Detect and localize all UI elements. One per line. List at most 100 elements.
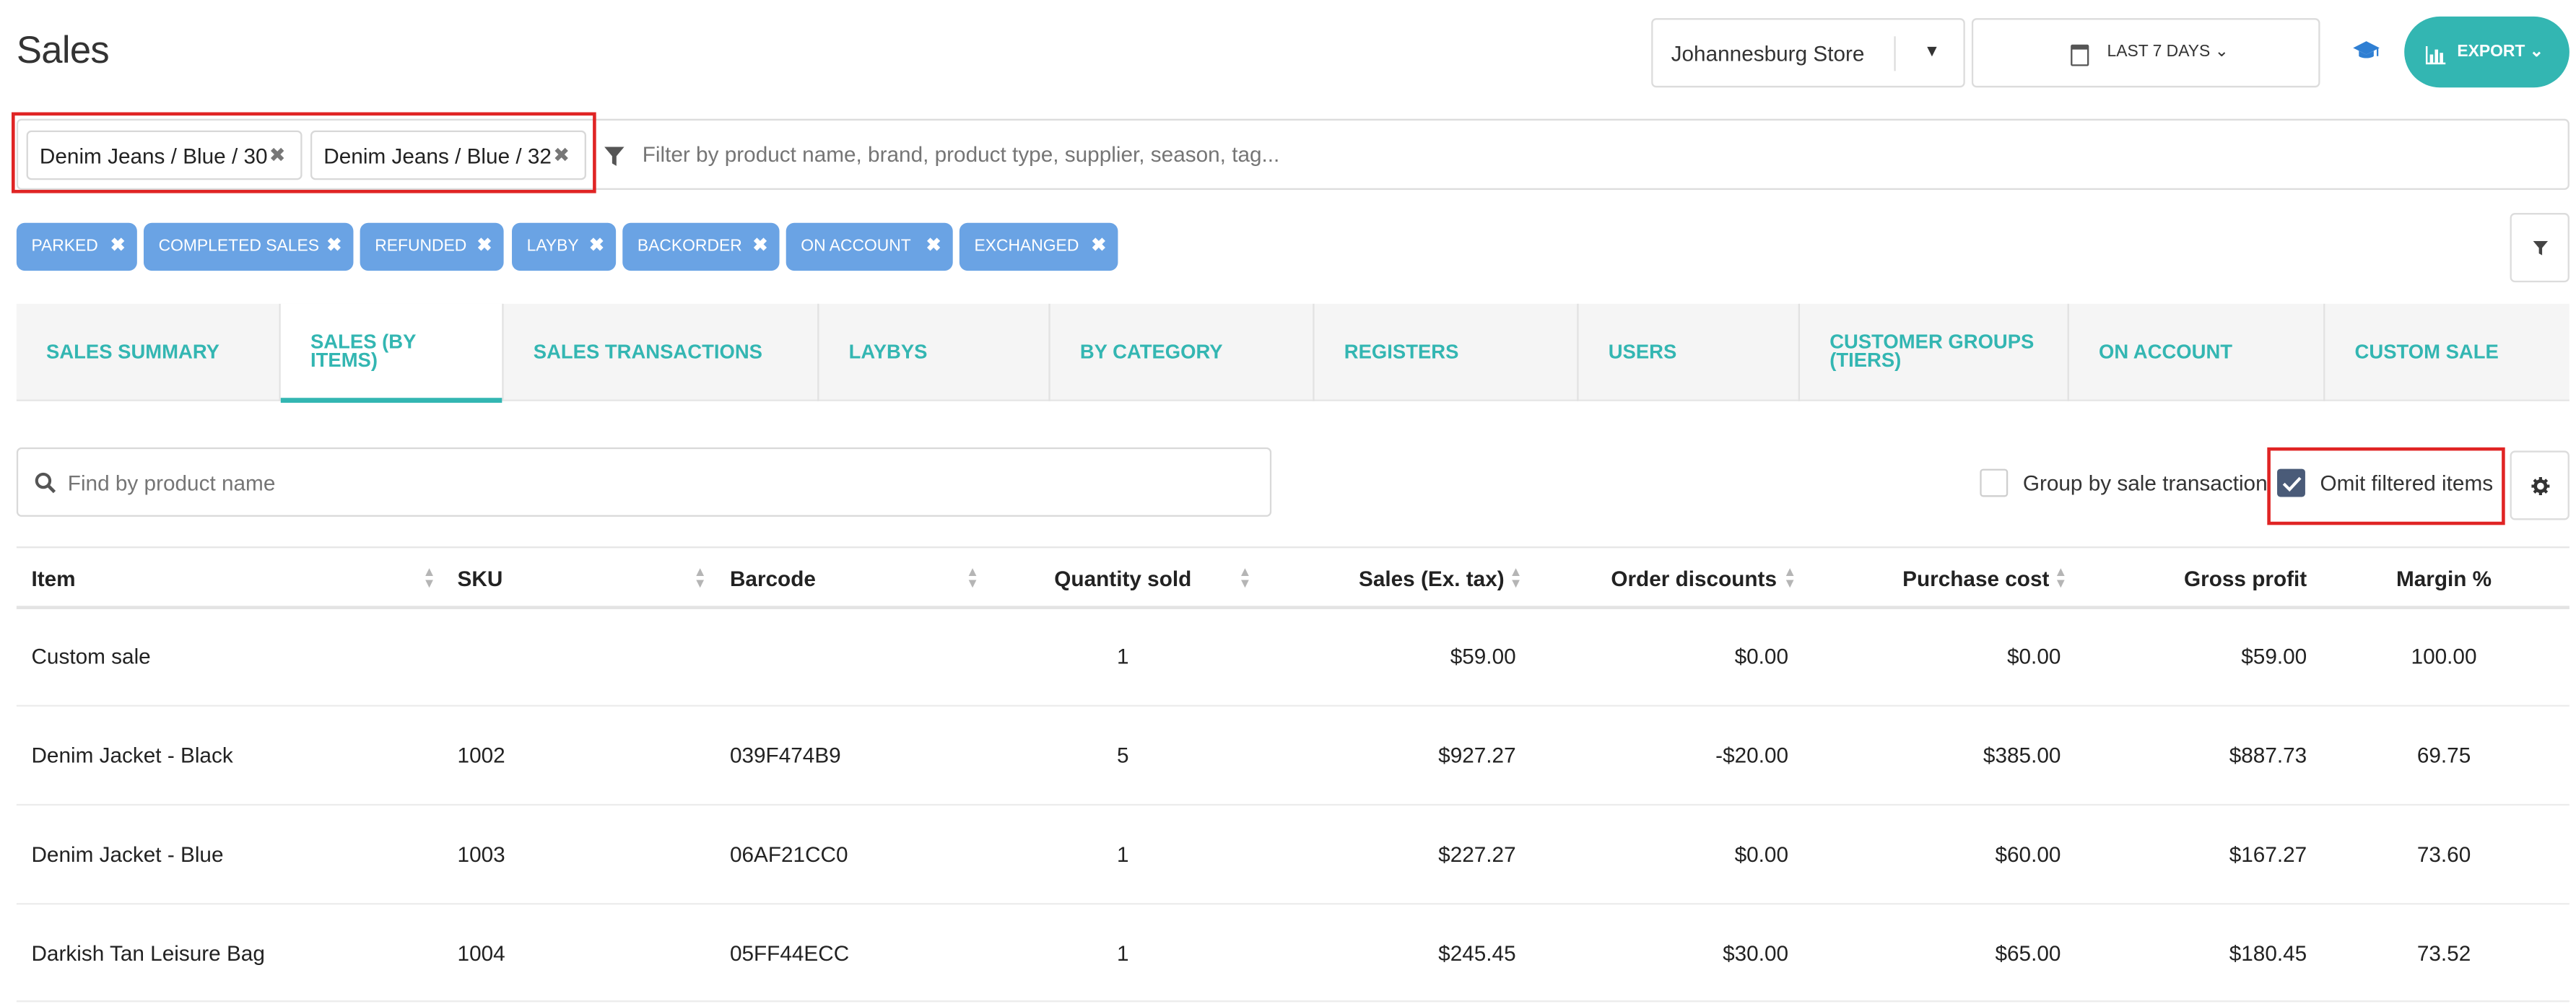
- tab-custom-sale[interactable]: CUSTOM SALE: [2325, 304, 2570, 401]
- cell-gross-profit: $180.45: [2229, 940, 2307, 966]
- column-header-sku[interactable]: SKU: [458, 567, 503, 591]
- store-select[interactable]: Johannesburg Store ▼: [1651, 18, 1965, 88]
- export-label: EXPORT: [2457, 43, 2525, 61]
- status-tag-refunded[interactable]: REFUNDED ✖: [360, 222, 504, 271]
- group-by-sale-checkbox[interactable]: [1980, 468, 2009, 497]
- sort-icon[interactable]: ▲ ▼: [1783, 565, 1796, 590]
- filter-toggle-button[interactable]: [2510, 213, 2570, 283]
- cell-item: Denim Jacket - Blue: [31, 842, 224, 867]
- column-header-gross-profit[interactable]: Gross profit: [2081, 567, 2307, 591]
- sort-icon[interactable]: ▲ ▼: [2054, 565, 2067, 590]
- cell-margin: 100.00: [2411, 644, 2477, 669]
- row-divider: [16, 803, 2570, 806]
- chevron-down-icon: ⌄: [2214, 43, 2229, 61]
- store-select-divider: [1894, 36, 1896, 71]
- tab-sales-transactions[interactable]: SALES TRANSACTIONS: [504, 303, 819, 401]
- cell-purchase-cost: $385.00: [1983, 743, 2061, 768]
- cell-margin: 69.75: [2416, 743, 2471, 768]
- cell-margin: 73.52: [2416, 940, 2471, 966]
- filter-input[interactable]: [642, 141, 2459, 167]
- tab-customer-groups[interactable]: CUSTOMER GROUPS (TIERS): [1800, 303, 2069, 401]
- gear-icon: [2531, 477, 2550, 496]
- date-range-label: LAST 7 DAYS: [2107, 43, 2211, 61]
- table-settings-button[interactable]: [2510, 450, 2570, 520]
- tab-laybys[interactable]: LAYBYS: [819, 303, 1050, 401]
- cell-sales: $245.45: [1438, 940, 1516, 966]
- cell-sku: 1004: [457, 940, 505, 966]
- table-top-border: [16, 546, 2570, 549]
- cell-barcode: 05FF44ECC: [729, 940, 850, 966]
- cell-sales: $927.27: [1438, 743, 1516, 768]
- tab-sales-summary[interactable]: SALES SUMMARY: [17, 303, 281, 401]
- remove-tag-icon[interactable]: ✖: [110, 235, 126, 256]
- cell-item: Darkish Tan Leisure Bag: [31, 940, 265, 966]
- cell-purchase-cost: $0.00: [2006, 644, 2061, 669]
- store-select-value: Johannesburg Store: [1671, 41, 1865, 66]
- cell-gross-profit: $887.73: [2229, 743, 2307, 768]
- filter-icon: [604, 145, 625, 175]
- remove-tag-icon[interactable]: ✖: [926, 235, 941, 256]
- cell-gross-profit: $167.27: [2229, 842, 2307, 867]
- funnel-icon: [2533, 240, 2549, 256]
- status-tag-parked[interactable]: PARKED ✖: [16, 222, 137, 271]
- row-divider: [16, 903, 2570, 905]
- calendar-icon: [2071, 44, 2089, 66]
- status-tag-completed-sales[interactable]: COMPLETED SALES ✖: [143, 222, 354, 271]
- status-tag-on-account[interactable]: ON ACCOUNT ✖: [786, 222, 953, 271]
- cell-order-discounts: $30.00: [1723, 940, 1789, 966]
- column-header-order-discounts[interactable]: Order discounts: [1536, 567, 1777, 591]
- status-tag-layby[interactable]: LAYBY ✖: [512, 222, 617, 271]
- remove-tag-icon[interactable]: ✖: [477, 235, 492, 256]
- sort-icon[interactable]: ▲ ▼: [694, 565, 707, 590]
- status-tag-exchanged[interactable]: EXCHANGED ✖: [959, 222, 1118, 271]
- cell-quantity: 1: [1117, 940, 1129, 966]
- graduation-cap-icon[interactable]: [2353, 40, 2380, 63]
- column-header-purchase-cost[interactable]: Purchase cost: [1816, 567, 2049, 591]
- product-search[interactable]: [16, 447, 1272, 517]
- tab-registers[interactable]: REGISTERS: [1315, 303, 1579, 401]
- cell-quantity: 1: [1117, 842, 1129, 867]
- tab-sales-by-items[interactable]: SALES (BY ITEMS): [280, 303, 504, 403]
- sort-icon[interactable]: ▲ ▼: [423, 565, 436, 590]
- cell-order-discounts: $0.00: [1734, 842, 1789, 867]
- cell-margin: 73.60: [2416, 842, 2471, 867]
- cell-sku: 1003: [457, 842, 505, 867]
- remove-tag-icon[interactable]: ✖: [589, 235, 604, 256]
- search-icon: [35, 472, 56, 502]
- remove-tag-icon[interactable]: ✖: [326, 235, 341, 256]
- cell-purchase-cost: $60.00: [1995, 842, 2061, 867]
- column-header-item[interactable]: Item: [31, 567, 75, 591]
- table-header-border: [16, 606, 2570, 609]
- tab-on-account[interactable]: ON ACCOUNT: [2069, 303, 2325, 401]
- column-header-barcode[interactable]: Barcode: [730, 567, 816, 591]
- cell-item: Custom sale: [31, 644, 151, 669]
- cell-quantity: 1: [1117, 644, 1129, 669]
- report-tabs: SALES SUMMARY SALES (BY ITEMS) SALES TRA…: [16, 303, 2570, 403]
- page-title: Sales: [16, 27, 110, 71]
- date-range-button[interactable]: LAST 7 DAYS ⌄: [1971, 18, 2320, 88]
- search-input[interactable]: [67, 470, 1224, 496]
- sort-icon[interactable]: ▲ ▼: [966, 565, 979, 590]
- row-divider: [16, 704, 2570, 707]
- row-divider: [16, 1000, 2570, 1003]
- sort-icon[interactable]: ▲ ▼: [1238, 565, 1251, 590]
- cell-item: Denim Jacket - Black: [31, 743, 233, 768]
- cell-sku: 1002: [457, 743, 505, 768]
- status-tag-backorder[interactable]: BACKORDER ✖: [622, 222, 780, 271]
- export-button[interactable]: EXPORT ⌄: [2404, 16, 2570, 88]
- highlight-box-omit: [2267, 447, 2505, 525]
- remove-tag-icon[interactable]: ✖: [752, 235, 767, 256]
- column-header-margin[interactable]: Margin %: [2328, 567, 2559, 591]
- tab-users[interactable]: USERS: [1579, 303, 1801, 401]
- remove-tag-icon[interactable]: ✖: [1091, 235, 1106, 256]
- tab-by-category[interactable]: BY CATEGORY: [1050, 303, 1315, 401]
- caret-down-icon: ▼: [1923, 43, 1941, 61]
- group-by-sale-label: Group by sale transaction: [2022, 470, 2268, 496]
- sort-icon[interactable]: ▲ ▼: [1510, 565, 1523, 590]
- active-tab-indicator: [280, 398, 502, 403]
- highlight-box-chips: [12, 112, 596, 193]
- column-header-sales[interactable]: Sales (Ex. tax): [1271, 567, 1505, 591]
- column-header-quantity[interactable]: Quantity sold: [1007, 567, 1238, 591]
- cell-order-discounts: $0.00: [1734, 644, 1789, 669]
- cell-quantity: 5: [1117, 743, 1129, 768]
